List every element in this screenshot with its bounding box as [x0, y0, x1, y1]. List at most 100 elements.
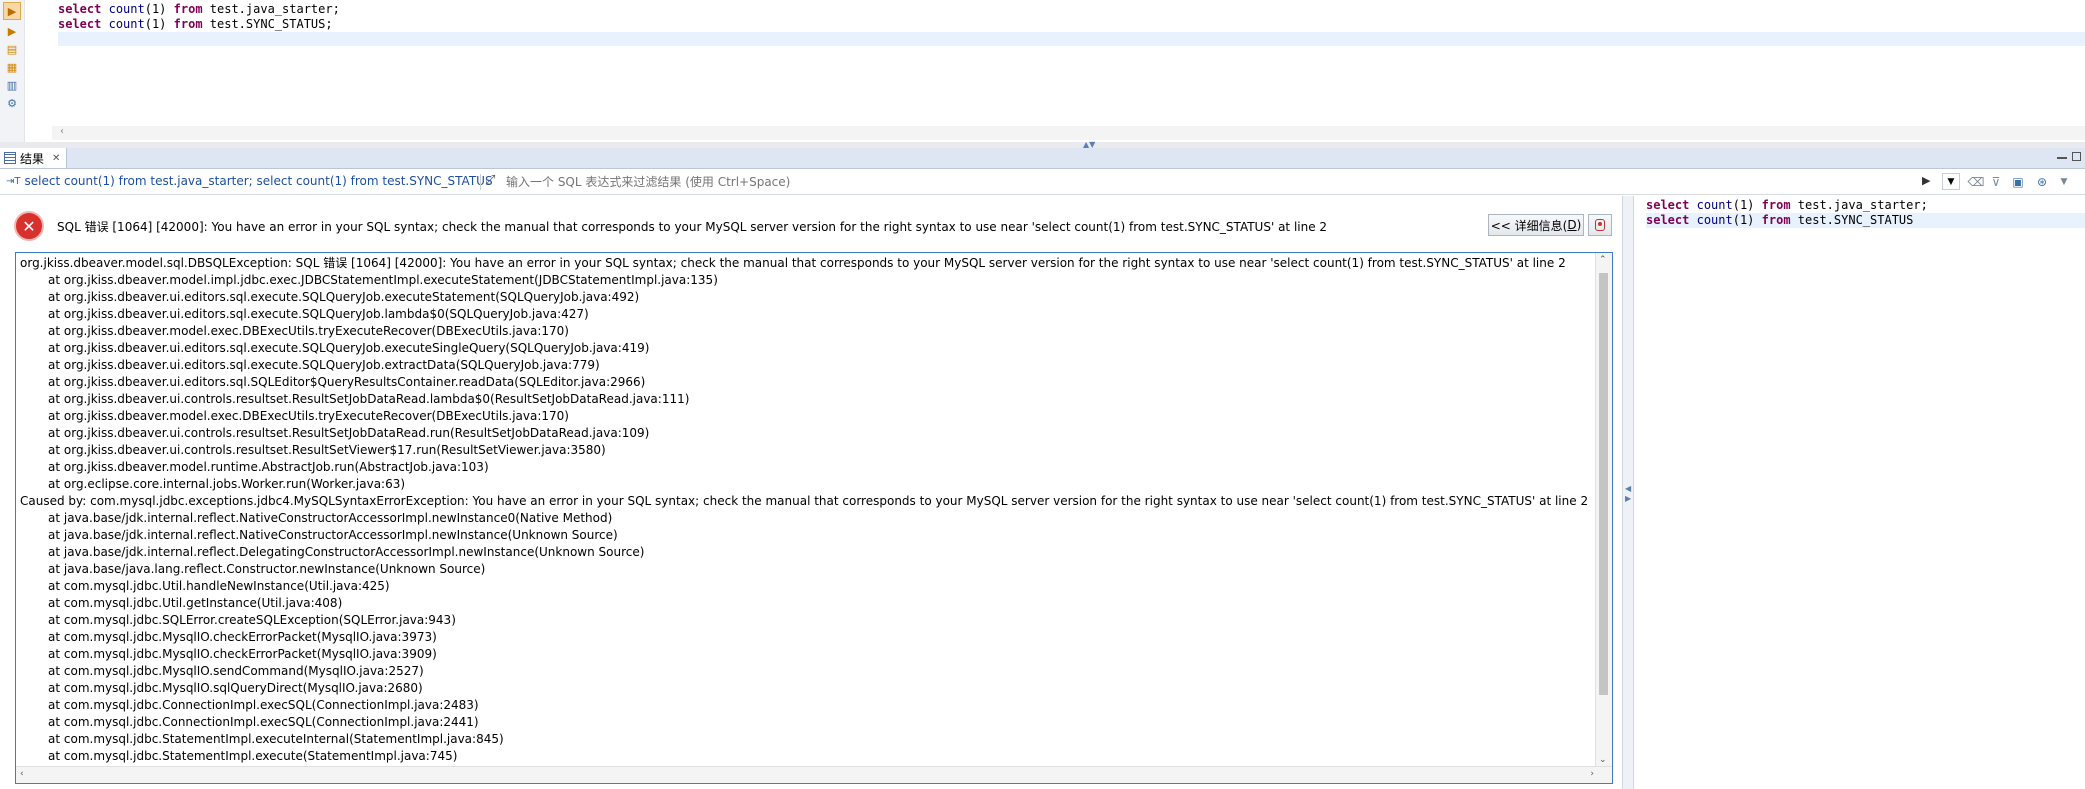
scroll-left-icon[interactable]: ‹ — [20, 769, 24, 779]
sql-function: count — [108, 17, 145, 31]
stack-trace-line: at com.mysql.jdbc.StatementImpl.execute(… — [48, 749, 458, 763]
apply-filter-icon[interactable]: ▶ — [1922, 174, 1930, 187]
scroll-left-icon[interactable]: ‹ — [60, 126, 64, 137]
error-icon: ✕ — [14, 211, 44, 241]
execute-statement-icon[interactable]: ▶ — [3, 2, 21, 20]
stack-trace-line: at com.mysql.jdbc.Util.handleNewInstance… — [48, 579, 390, 593]
sql-table: test.java_starter; — [1797, 198, 1928, 212]
maximize-icon[interactable] — [2072, 152, 2081, 161]
stack-trace-line: at com.mysql.jdbc.SQLError.createSQLExce… — [48, 613, 456, 627]
query-label: ⇥T select count(1) from test.java_starte… — [6, 174, 493, 188]
sql-args: (1) — [144, 17, 167, 31]
stack-trace-line: Caused by: com.mysql.jdbc.exceptions.jdb… — [20, 494, 1589, 508]
sql-keyword: select — [58, 17, 102, 31]
tab-label: 结果 — [20, 151, 45, 166]
details-suffix: ) — [1576, 218, 1582, 232]
sql-keyword: select — [1646, 198, 1690, 212]
stack-trace-line: at com.mysql.jdbc.ConnectionImpl.execSQL… — [48, 698, 479, 712]
stack-trace-line: org.jkiss.dbeaver.model.sql.DBSQLExcepti… — [20, 256, 1566, 270]
stack-trace-line: at com.mysql.jdbc.ConnectionImpl.execSQL… — [48, 715, 479, 729]
execute-script-icon[interactable]: ▶ — [3, 22, 21, 40]
explain-plan-icon[interactable]: ▤ — [3, 40, 21, 58]
sql-keyword: select — [58, 2, 102, 16]
stack-trace-line: at org.jkiss.dbeaver.ui.editors.sql.exec… — [48, 290, 640, 304]
sql-line: select count(1) from test.SYNC_STATUS — [1646, 213, 1928, 228]
sql-line: select count(1) from test.SYNC_STATUS; — [58, 17, 340, 32]
editor-content[interactable]: select count(1) from test.java_starter; … — [58, 2, 340, 32]
error-message: SQL 错误 [1064] [42000]: You have an error… — [57, 220, 1328, 234]
query-content[interactable]: select count(1) from test.java_starter; … — [1646, 198, 1928, 228]
stack-trace-line: at org.jkiss.dbeaver.ui.editors.sql.exec… — [48, 358, 600, 372]
stack-trace-line: at java.base/jdk.internal.reflect.Delega… — [48, 545, 645, 559]
current-line-highlight — [58, 32, 2085, 46]
details-mnemonic: D — [1567, 218, 1577, 232]
horizontal-scrollbar[interactable]: ‹ › — [16, 766, 1612, 783]
stack-trace-line: at com.mysql.jdbc.MysqlIO.checkErrorPack… — [48, 647, 437, 661]
query-text-panel[interactable]: select count(1) from test.java_starter; … — [1634, 196, 2085, 789]
sql-keyword: from — [1761, 198, 1791, 212]
sql-keyword: from — [173, 2, 203, 16]
tab-results[interactable]: 结果 ✕ — [0, 148, 68, 168]
vertical-scrollbar[interactable]: ⌃ ⌄ — [1595, 253, 1612, 767]
stack-trace-line: at java.base/jdk.internal.reflect.Native… — [48, 511, 613, 525]
sql-table: test.SYNC_STATUS — [1797, 213, 1914, 227]
sql-function: count — [1696, 213, 1733, 227]
eraser-icon[interactable]: ⌫ — [1968, 174, 1985, 190]
editor-toolbar: ▶ ▶ ▤ ▦ ▥ ⚙ — [0, 0, 25, 142]
stack-trace-line: at java.base/jdk.internal.reflect.Native… — [48, 528, 618, 542]
filter-input[interactable] — [506, 173, 1916, 190]
stack-trace-line: at org.jkiss.dbeaver.ui.controls.results… — [48, 426, 650, 440]
save-filter-icon[interactable]: ▣ — [2010, 174, 2026, 190]
sql-args: (1) — [1732, 198, 1755, 212]
sql-args: (1) — [144, 2, 167, 16]
panel-divider[interactable]: ◀ ▶ — [1622, 196, 1634, 789]
stack-trace-line: at org.jkiss.dbeaver.model.runtime.Abstr… — [48, 460, 489, 474]
stack-trace-line: at com.mysql.jdbc.Util.getInstance(Util.… — [48, 596, 343, 610]
scroll-right-icon[interactable]: › — [1590, 769, 1594, 779]
minimize-icon[interactable] — [2057, 157, 2067, 159]
settings-icon[interactable]: ⚙ — [3, 94, 21, 112]
filter-settings-icon[interactable]: ⊛ — [2034, 174, 2050, 190]
close-icon[interactable]: ✕ — [52, 153, 60, 164]
export-icon[interactable]: ▥ — [3, 76, 21, 94]
collapse-panel-icon[interactable]: ◀ ▶ — [1625, 484, 1631, 504]
stack-trace-line: at com.mysql.jdbc.MysqlIO.sendCommand(My… — [48, 664, 424, 678]
editor-horizontal-scrollbar[interactable]: ‹ — [52, 126, 2085, 140]
details-button[interactable]: << 详细信息(D) — [1488, 214, 1584, 236]
stack-trace-line: at org.jkiss.dbeaver.ui.editors.sql.exec… — [48, 307, 589, 321]
sql-line: select count(1) from test.java_starter; — [58, 2, 340, 17]
sql-editor[interactable]: ▶ ▶ ▤ ▦ ▥ ⚙ select count(1) from test.ja… — [0, 0, 2085, 142]
scrollbar-thumb[interactable] — [1599, 273, 1608, 695]
separator — [480, 174, 481, 190]
filter-icon[interactable]: ⊽ — [1988, 174, 2004, 190]
stack-trace-line: at org.jkiss.dbeaver.model.impl.jdbc.exe… — [48, 273, 718, 287]
chevron-down-icon[interactable]: ▼ — [2056, 174, 2072, 190]
sql-args: (1) — [1732, 213, 1755, 227]
results-tab-bar: 结果 ✕ — [0, 148, 2085, 169]
stack-trace-line: at org.eclipse.core.internal.jobs.Worker… — [48, 477, 406, 491]
sql-keyword: from — [173, 17, 203, 31]
stack-trace-line: at org.jkiss.dbeaver.ui.controls.results… — [48, 443, 606, 457]
expand-icon[interactable]: ⤢ — [485, 173, 495, 188]
details-label: << 详细信息( — [1490, 218, 1568, 233]
error-header: ✕ SQL 错误 [1064] [42000]: You have an err… — [0, 198, 1620, 250]
sql-table: test.java_starter; — [209, 2, 340, 16]
load-plan-icon[interactable]: ▦ — [3, 58, 21, 76]
sql-query-icon: ⇥T — [6, 175, 21, 187]
copy-error-button[interactable] — [1588, 214, 1612, 236]
stack-trace-line: at com.mysql.jdbc.MysqlIO.checkErrorPack… — [48, 630, 437, 644]
sql-line: select count(1) from test.java_starter; — [1646, 198, 1928, 213]
stack-trace-line: at org.jkiss.dbeaver.model.exec.DBExecUt… — [48, 409, 569, 423]
filter-bar: ⇥T select count(1) from test.java_starte… — [0, 170, 2085, 195]
filter-history-dropdown[interactable]: ▼ — [1942, 173, 1960, 190]
sql-table: test.SYNC_STATUS; — [209, 17, 333, 31]
scroll-up-icon[interactable]: ⌃ — [1599, 255, 1607, 265]
copy-icon — [1595, 219, 1605, 231]
stack-trace-line: at com.mysql.jdbc.MysqlIO.sqlQueryDirect… — [48, 681, 423, 695]
sql-keyword: select — [1646, 213, 1690, 227]
stack-trace-text[interactable]: org.jkiss.dbeaver.model.sql.DBSQLExcepti… — [20, 255, 1588, 765]
stack-trace-line: at com.mysql.jdbc.StatementImpl.executeI… — [48, 732, 504, 746]
scroll-down-icon[interactable]: ⌄ — [1599, 755, 1607, 765]
stack-trace-line: at org.jkiss.dbeaver.ui.controls.results… — [48, 392, 690, 406]
stack-trace-panel[interactable]: org.jkiss.dbeaver.model.sql.DBSQLExcepti… — [15, 252, 1613, 784]
